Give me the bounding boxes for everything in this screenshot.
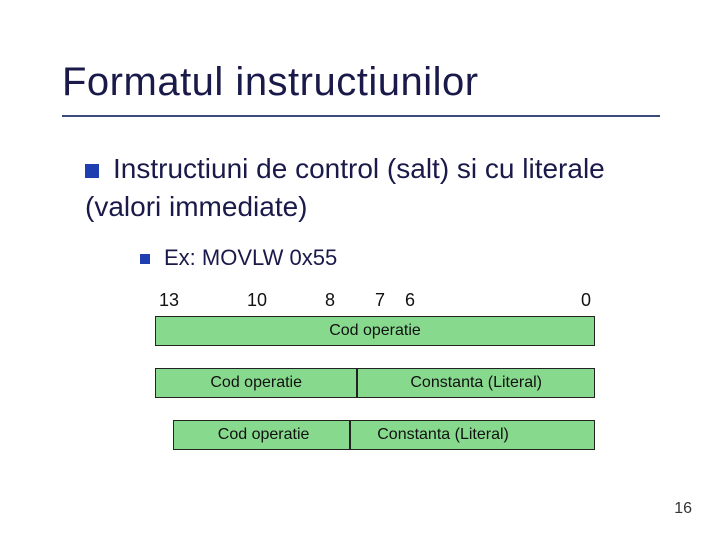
bit-label-8: 8 bbox=[325, 290, 335, 311]
instruction-format-diagram: 13 10 8 7 6 0 Cod operatie Cod operatie … bbox=[155, 290, 595, 472]
row3-opcode: Cod operatie bbox=[173, 420, 350, 450]
format-rows: Cod operatie Cod operatie Constanta (Lit… bbox=[155, 316, 595, 450]
bit-index-row: 13 10 8 7 6 0 bbox=[155, 290, 595, 314]
title-underline bbox=[62, 115, 660, 117]
format-row-1: Cod operatie bbox=[155, 316, 595, 346]
slide: Formatul instructiunilor Instructiuni de… bbox=[0, 0, 720, 540]
bit-label-13: 13 bbox=[159, 290, 179, 311]
bullet-level1: Instructiuni de control (salt) si cu lit… bbox=[85, 150, 665, 226]
row2-literal: Constanta (Literal) bbox=[357, 368, 595, 398]
bullet-square-icon bbox=[140, 254, 150, 264]
bit-label-7: 7 bbox=[375, 290, 385, 311]
bit-label-0: 0 bbox=[581, 290, 591, 311]
bullet-square-icon bbox=[85, 164, 99, 178]
bullet1-text: Instructiuni de control (salt) si cu lit… bbox=[85, 153, 605, 222]
format-row-2: Cod operatie Constanta (Literal) bbox=[155, 368, 595, 398]
bit-label-10: 10 bbox=[247, 290, 267, 311]
format-row-3: Cod operatie Constanta (Literal) bbox=[173, 420, 595, 450]
bullet2-text: Ex: MOVLW 0x55 bbox=[164, 245, 337, 270]
bullet-level2: Ex: MOVLW 0x55 bbox=[140, 245, 337, 271]
row1-opcode: Cod operatie bbox=[155, 316, 595, 346]
row2-opcode: Cod operatie bbox=[155, 368, 357, 398]
slide-title: Formatul instructiunilor bbox=[62, 60, 479, 105]
bit-label-6: 6 bbox=[405, 290, 415, 311]
row3-literal: Constanta (Literal) bbox=[350, 420, 595, 450]
page-number: 16 bbox=[674, 500, 692, 518]
